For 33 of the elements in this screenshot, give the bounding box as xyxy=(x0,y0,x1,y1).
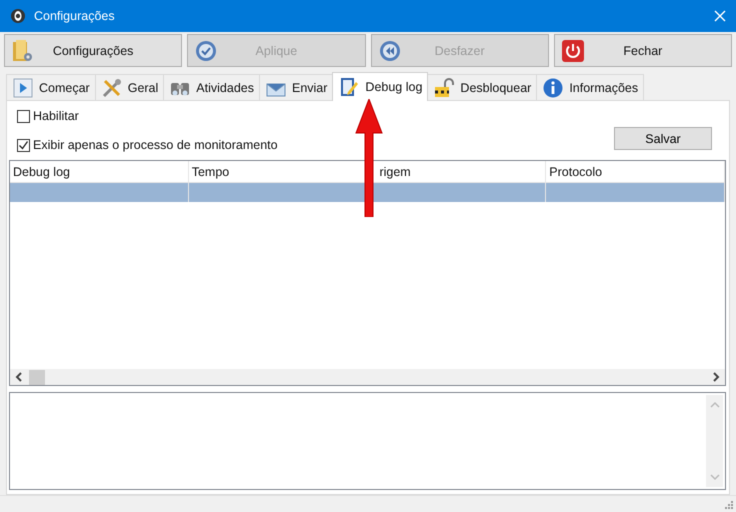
checkbox-option[interactable]: Habilitar xyxy=(17,109,614,123)
notepad-pencil-icon xyxy=(338,76,360,98)
check-circle-icon xyxy=(194,38,218,62)
checkbox[interactable] xyxy=(17,138,30,152)
toolbar-button[interactable]: Configurações xyxy=(4,34,182,67)
checkbox-option[interactable]: Exibir apenas o processo de monitoramento xyxy=(17,138,614,152)
padlock-icon xyxy=(433,76,456,98)
power-icon xyxy=(560,38,585,62)
tab[interactable]: Desbloquear xyxy=(427,74,538,100)
text-area[interactable] xyxy=(9,392,726,490)
column-header[interactable]: Tempo xyxy=(192,165,230,179)
column-header[interactable]: rigem xyxy=(379,165,411,179)
rewind-icon xyxy=(378,38,402,62)
column-header[interactable]: Debug log xyxy=(13,165,70,179)
tools-icon xyxy=(100,76,123,98)
window-title: Configurações xyxy=(34,9,116,23)
info-icon xyxy=(542,76,564,98)
close-icon[interactable] xyxy=(714,10,726,22)
tab[interactable]: Informações xyxy=(536,74,644,100)
vertical-scrollbar[interactable] xyxy=(706,395,723,487)
folder-gear-icon xyxy=(11,38,35,62)
app-icon xyxy=(10,8,26,24)
checkbox[interactable] xyxy=(17,110,30,122)
tab[interactable]: Começar xyxy=(6,74,96,100)
resize-grip-icon[interactable] xyxy=(724,500,734,510)
column-header[interactable]: Protocolo xyxy=(549,165,602,179)
toolbar-button[interactable]: Fechar xyxy=(554,34,732,67)
scroll-thumb[interactable] xyxy=(29,370,45,384)
play-icon xyxy=(12,76,34,98)
save-button[interactable]: Salvar xyxy=(614,127,712,150)
horizontal-scrollbar[interactable] xyxy=(10,369,725,385)
tab[interactable]: Debug log xyxy=(332,72,428,101)
tab[interactable]: Geral xyxy=(94,74,164,100)
